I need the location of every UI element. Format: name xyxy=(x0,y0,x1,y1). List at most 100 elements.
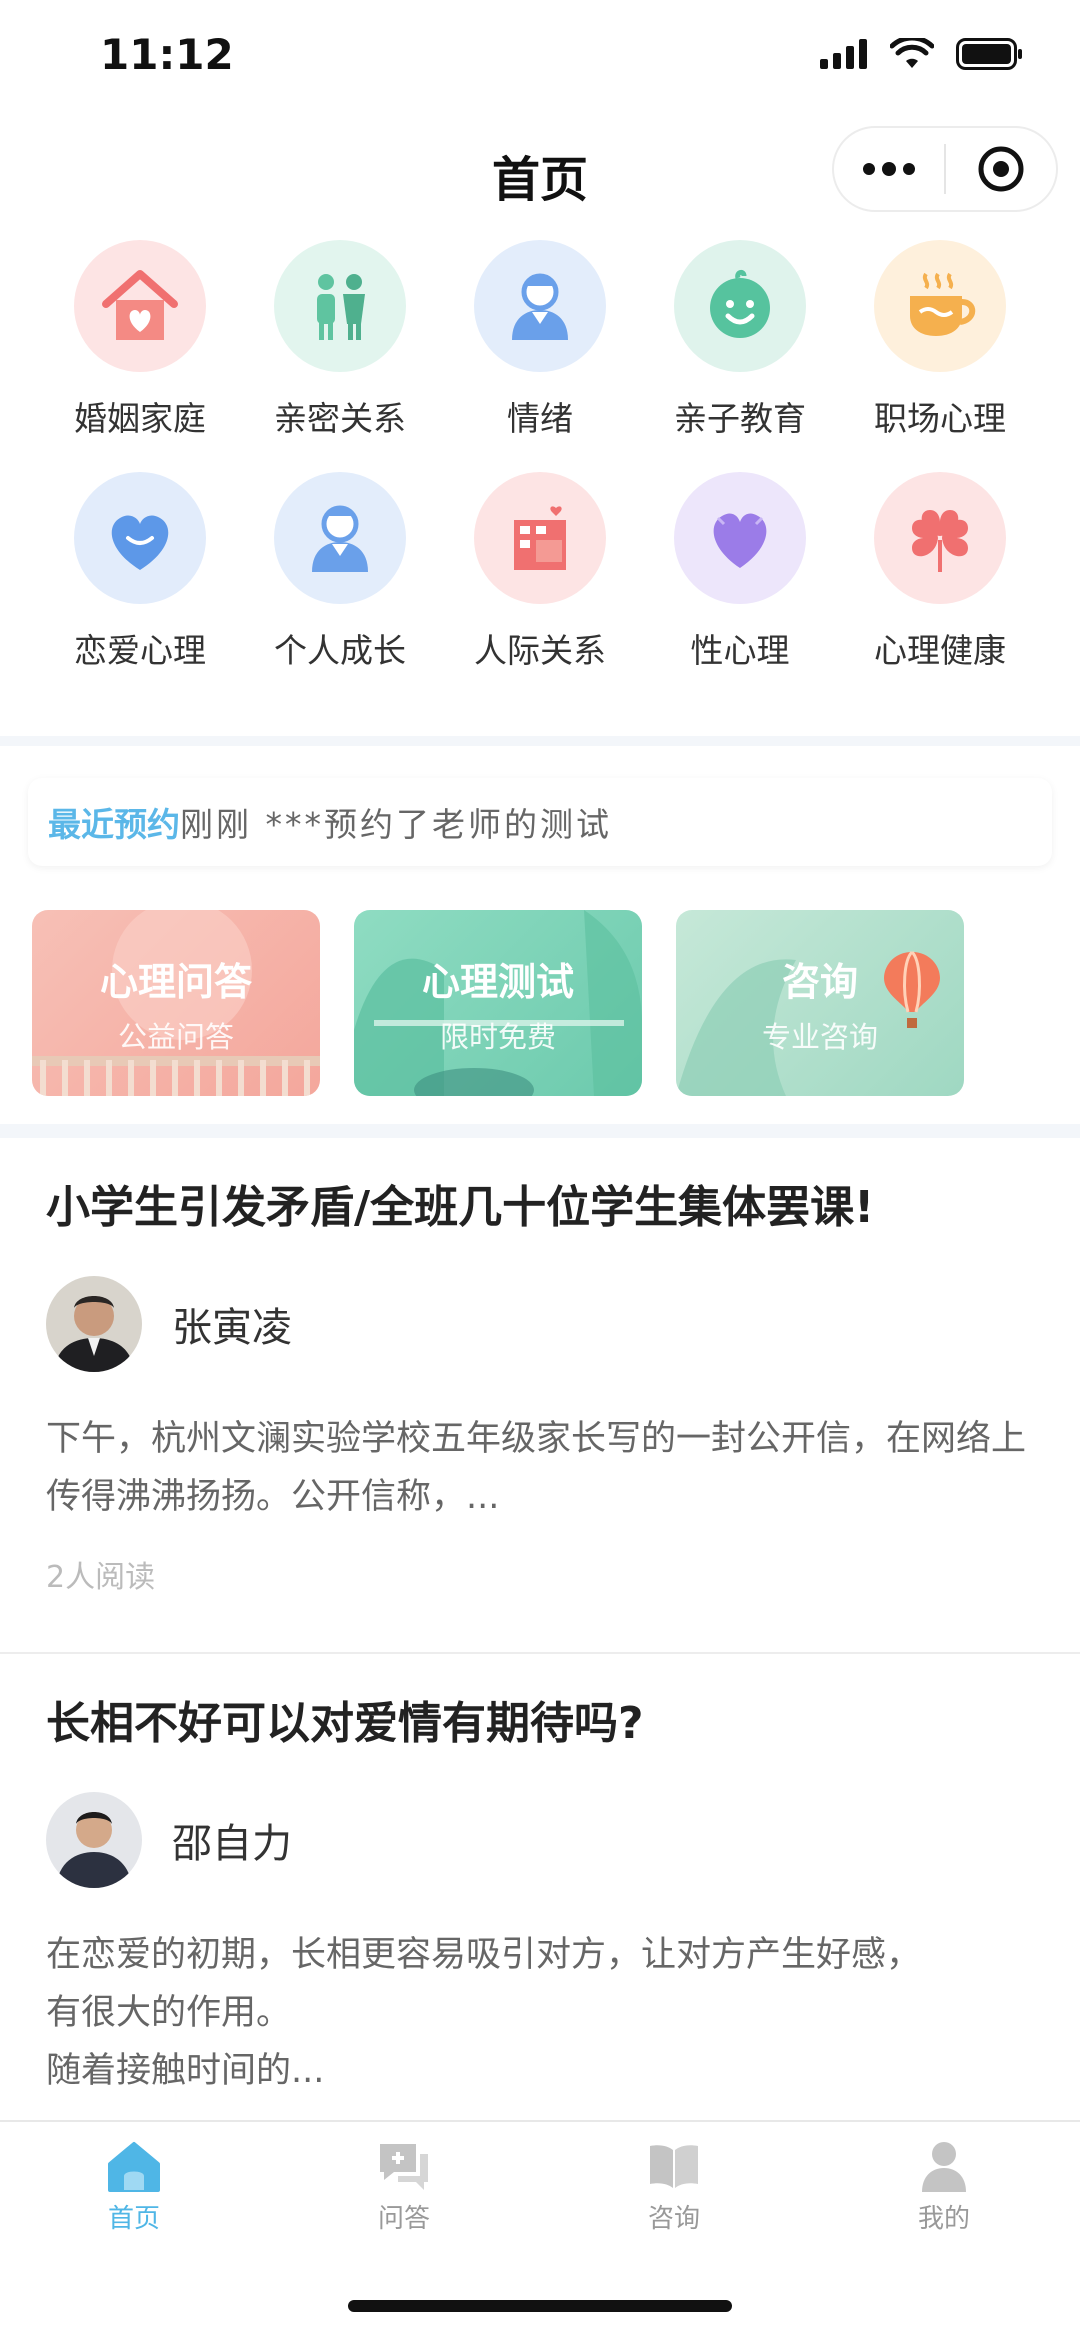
category-label: 心理健康 xyxy=(874,631,1006,670)
feature-cards: 心理问答 公益问答 心理测试 限时免费 咨询 专业咨询 xyxy=(32,910,964,1096)
article-excerpt: 在恋爱的初期，长相更容易吸引对方，让对方产生好感， 有很大的作用。 随着接触时间… xyxy=(46,1926,1034,2100)
card-subtitle: 限时免费 xyxy=(439,1019,556,1054)
category-icon-circle xyxy=(274,472,406,604)
recent-booking-notice[interactable]: 最近预约 刚刚 ***预约了老师的测试 xyxy=(28,778,1052,866)
heart-bubble-icon xyxy=(111,515,169,570)
tab-label: 问答 xyxy=(377,2204,430,2234)
category-parenting[interactable]: 亲子教育 xyxy=(640,240,840,440)
category-label: 恋爱心理 xyxy=(74,631,206,670)
category-label: 职场心理 xyxy=(874,399,1006,438)
tab-label: 首页 xyxy=(107,2204,160,2234)
psych-test-card[interactable]: 心理测试 限时免费 xyxy=(354,910,642,1096)
tab-label: 我的 xyxy=(917,2204,970,2234)
hot-air-balloon-icon xyxy=(884,950,940,1028)
building-icon xyxy=(514,506,566,570)
category-mental-health[interactable]: 心理健康 xyxy=(840,472,1040,672)
card-title: 咨询 xyxy=(781,959,858,1004)
status-time: 11:12 xyxy=(100,30,234,79)
card-subtitle: 专业咨询 xyxy=(761,1019,878,1054)
couple-icon xyxy=(317,274,365,340)
article-card[interactable]: 长相不好可以对爱情有期待吗? 邵自力 在恋爱的初期，长相更容易吸引对方，让对方产… xyxy=(0,1696,1080,2100)
article-card[interactable]: 小学生引发矛盾/全班几十位学生集体罢课! 张寅凌 下午，杭州文澜实验学校五年级家… xyxy=(0,1180,1080,1596)
home-icon xyxy=(108,2142,160,2192)
psych-qa-card[interactable]: 心理问答 公益问答 xyxy=(32,910,320,1096)
excerpt-line: 有很大的作用。 xyxy=(46,1993,292,2033)
consult-card[interactable]: 咨询 专业咨询 xyxy=(676,910,964,1096)
article-title: 长相不好可以对爱情有期待吗? xyxy=(46,1698,644,1749)
article-author: 张寅凌 xyxy=(46,1276,1034,1372)
category-grid: 婚姻家庭 亲密关系 情绪 亲子教育 职场心理 恋爱心理 个人成长 人际关系 性心… xyxy=(40,240,1040,672)
article-divider xyxy=(0,1652,1080,1654)
notice-highlight: 最近预约 xyxy=(48,805,180,844)
category-icon-circle xyxy=(474,240,606,372)
category-icon-circle xyxy=(874,240,1006,372)
category-icon-circle xyxy=(674,472,806,604)
article-title: 小学生引发矛盾/全班几十位学生集体罢课! xyxy=(46,1182,875,1233)
signal-icon xyxy=(820,39,867,69)
article-excerpt: 下午，杭州文澜实验学校五年级家长写的一封公开信，在网络上传得沸沸扬扬。公开信称，… xyxy=(46,1419,1027,1517)
category-personal-growth[interactable]: 个人成长 xyxy=(240,472,440,672)
author-name: 邵自力 xyxy=(172,1821,292,1867)
tab-consult[interactable]: 咨询 xyxy=(574,2138,774,2235)
section-separator xyxy=(0,736,1080,746)
category-label: 亲密关系 xyxy=(274,399,406,438)
excerpt-line: 在恋爱的初期，长相更容易吸引对方，让对方产生好感， xyxy=(46,1935,922,1975)
category-label: 个人成长 xyxy=(274,631,406,670)
tab-qa[interactable]: 问答 xyxy=(304,2138,504,2235)
baby-face-icon xyxy=(710,269,770,338)
article-author: 邵自力 xyxy=(46,1792,1034,1888)
category-icon-circle xyxy=(74,472,206,604)
category-emotion[interactable]: 情绪 xyxy=(440,240,640,440)
excerpt-line: 随着接触时间的... xyxy=(46,2051,325,2091)
status-icons xyxy=(820,38,1024,70)
book-icon xyxy=(650,2145,698,2188)
more-button[interactable] xyxy=(834,128,944,210)
chat-plus-icon xyxy=(380,2144,428,2190)
category-love[interactable]: 恋爱心理 xyxy=(40,472,240,672)
notice-text: 刚刚 ***预约了老师的测试 xyxy=(180,805,612,844)
target-icon xyxy=(978,146,1024,192)
category-icon-circle xyxy=(474,472,606,604)
house-heart-icon xyxy=(102,270,178,340)
category-label: 人际关系 xyxy=(474,631,606,670)
category-interpersonal[interactable]: 人际关系 xyxy=(440,472,640,672)
nav-bar: 首页 xyxy=(0,120,1080,230)
status-bar: 11:12 xyxy=(0,0,1080,120)
avatar xyxy=(46,1792,142,1888)
battery-icon xyxy=(956,38,1022,70)
card-title: 心理测试 xyxy=(421,959,574,1004)
close-miniprogram-button[interactable] xyxy=(946,128,1056,210)
card-title: 心理问答 xyxy=(99,959,252,1004)
wifi-icon xyxy=(890,38,934,68)
read-count: 2人阅读 xyxy=(46,1560,156,1595)
category-marriage-family[interactable]: 婚姻家庭 xyxy=(40,240,240,440)
category-label: 亲子教育 xyxy=(674,399,806,438)
card-subtitle: 公益问答 xyxy=(117,1019,234,1054)
category-label: 情绪 xyxy=(507,399,573,438)
category-intimate-relationship[interactable]: 亲密关系 xyxy=(240,240,440,440)
category-label: 性心理 xyxy=(690,631,790,670)
category-icon-circle xyxy=(274,240,406,372)
tab-home[interactable]: 首页 xyxy=(34,2138,234,2235)
avatar-image xyxy=(46,1276,142,1372)
miniprogram-capsule xyxy=(832,126,1058,212)
tab-label: 咨询 xyxy=(647,2204,700,2234)
more-dots-icon xyxy=(863,162,915,176)
category-icon-circle xyxy=(74,240,206,372)
user-icon xyxy=(922,2142,966,2192)
category-icon-circle xyxy=(874,472,1006,604)
person-icon xyxy=(512,273,568,340)
avatar xyxy=(46,1276,142,1372)
avatar-image xyxy=(46,1792,142,1888)
author-name: 张寅凌 xyxy=(172,1305,292,1351)
category-workplace[interactable]: 职场心理 xyxy=(840,240,1040,440)
clover-icon xyxy=(912,510,968,572)
person-icon xyxy=(312,505,368,572)
category-sexual-psychology[interactable]: 性心理 xyxy=(640,472,840,672)
home-indicator xyxy=(348,2300,732,2312)
tab-mine[interactable]: 我的 xyxy=(844,2138,1044,2235)
section-separator xyxy=(0,1124,1080,1138)
category-label: 婚姻家庭 xyxy=(74,399,206,438)
heart-icon xyxy=(713,513,767,568)
category-icon-circle xyxy=(674,240,806,372)
